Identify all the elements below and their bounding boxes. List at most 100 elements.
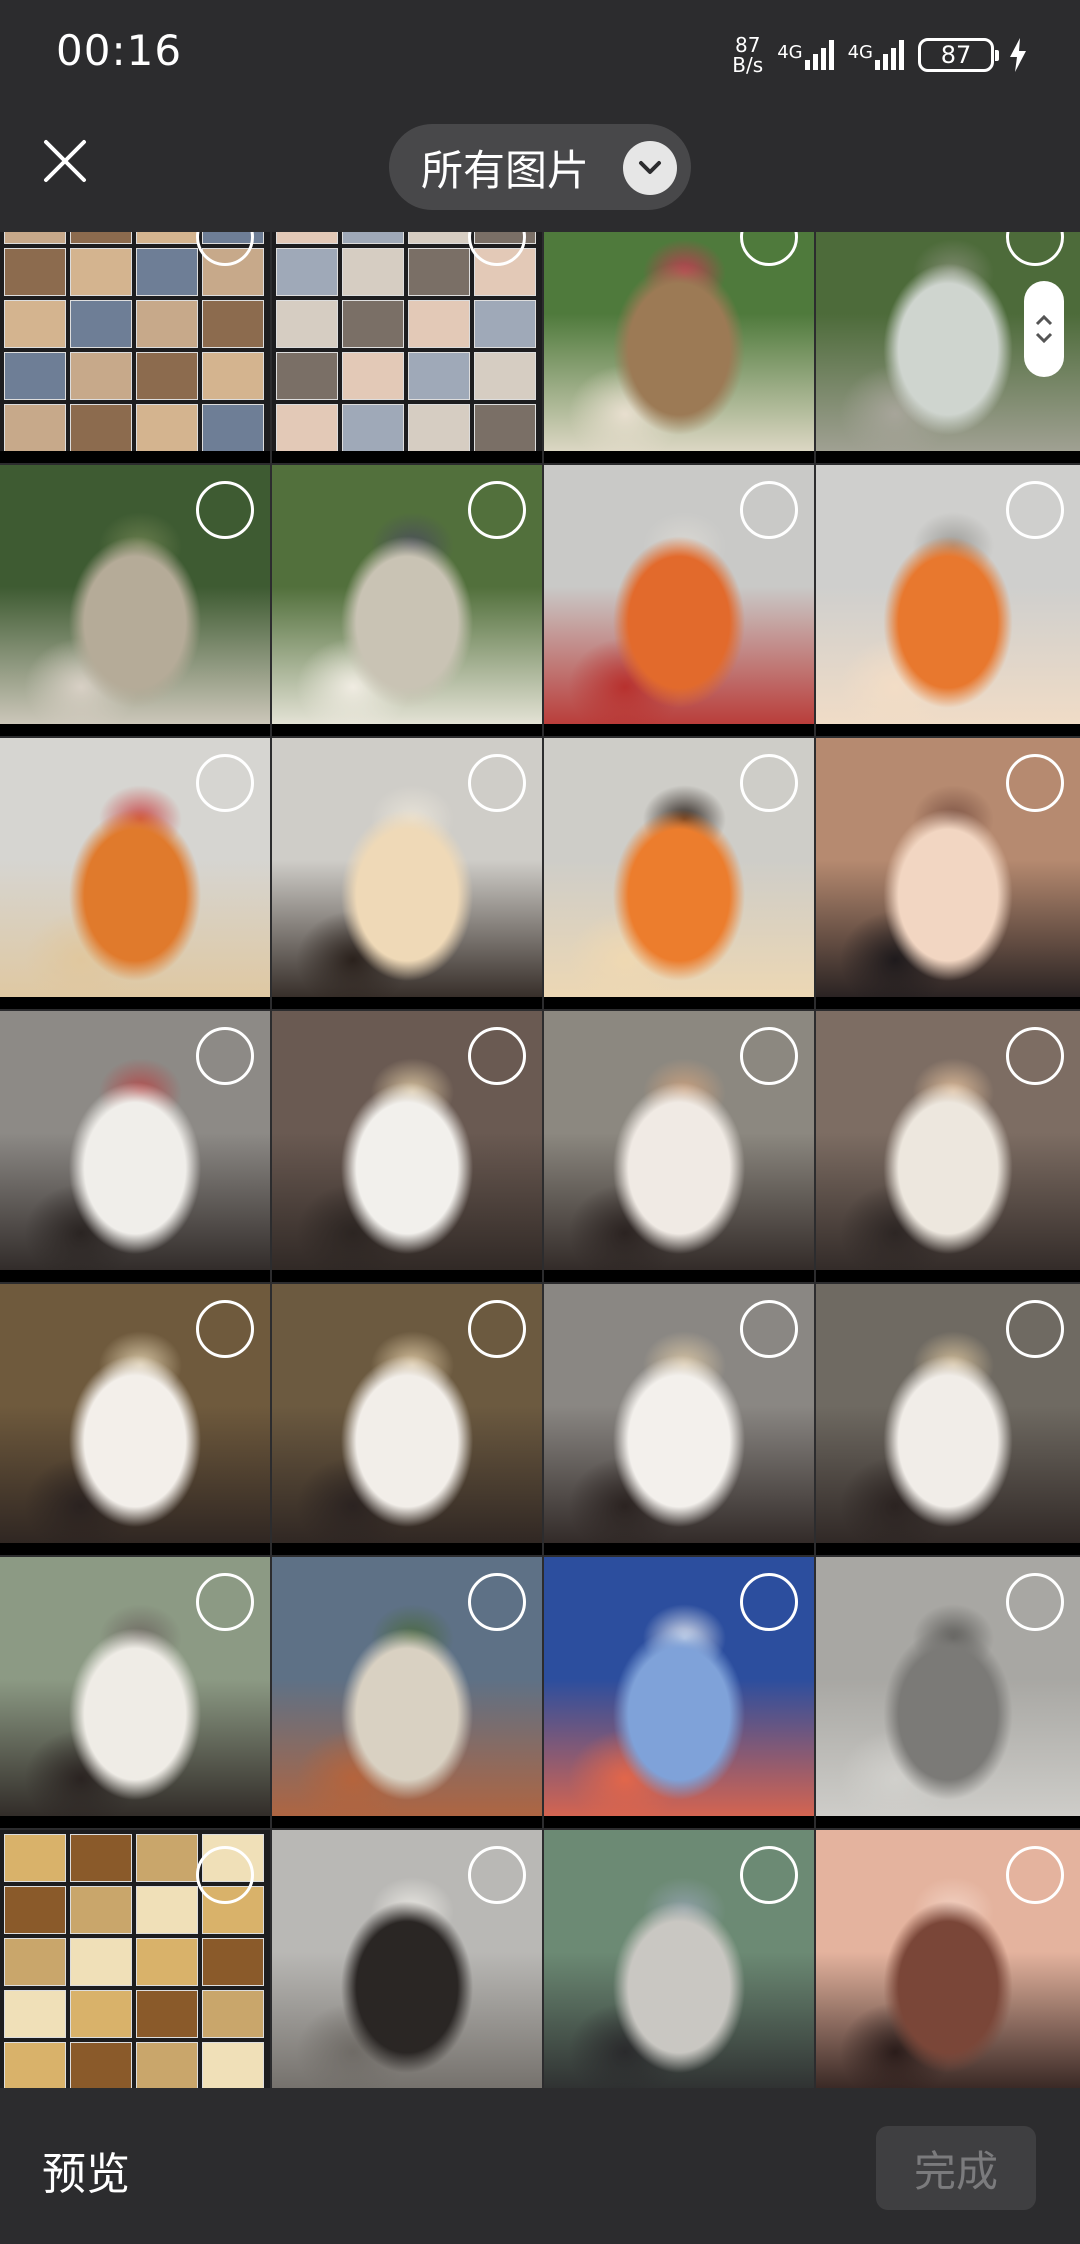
network-speed-unit: B/s [732,53,764,77]
select-checkbox[interactable] [1006,1846,1064,1904]
photo-thumbnail[interactable] [544,1011,814,1282]
collage-tile [408,300,470,348]
select-checkbox[interactable] [468,1300,526,1358]
close-button[interactable] [36,132,94,190]
select-checkbox[interactable] [740,1027,798,1085]
collage-tile [4,300,66,348]
photo-thumbnail[interactable] [544,1830,814,2088]
photo-thumbnail[interactable] [544,465,814,736]
photo-thumbnail-collage[interactable] [0,1830,270,2088]
photo-thumbnail-collage[interactable] [0,232,270,463]
collage-tile [4,1938,66,1986]
collage-tile [342,232,404,244]
select-checkbox[interactable] [740,481,798,539]
thumbnail-bottom-edge [544,451,814,463]
sim2-label: 4G [847,42,873,63]
network-speed-value: 87 [735,33,761,57]
thumbnail-bottom-edge [544,997,814,1009]
select-checkbox[interactable] [468,1027,526,1085]
select-checkbox[interactable] [468,1846,526,1904]
select-checkbox[interactable] [468,1573,526,1631]
photo-thumbnail[interactable] [816,1557,1080,1828]
album-selector[interactable]: 所有图片 [389,124,691,210]
select-checkbox[interactable] [468,481,526,539]
select-checkbox[interactable] [196,754,254,812]
photo-thumbnail[interactable] [544,232,814,463]
collage-tile [202,300,264,348]
thumbnail-bottom-edge [0,451,270,463]
thumbnail-bottom-edge [816,451,1080,463]
collage-tile [342,352,404,400]
album-title: 所有图片 [421,145,590,195]
select-checkbox[interactable] [1006,754,1064,812]
thumbnail-bottom-edge [272,451,542,463]
collage-tile [136,2042,198,2088]
select-checkbox[interactable] [1006,1573,1064,1631]
collage-tile [408,232,470,244]
photo-thumbnail[interactable] [272,1284,542,1555]
select-checkbox[interactable] [740,1846,798,1904]
charging-icon [1010,38,1026,72]
select-checkbox[interactable] [468,754,526,812]
thumbnail-bottom-edge [544,1816,814,1828]
thumbnail-bottom-edge [816,1816,1080,1828]
select-checkbox[interactable] [1006,1300,1064,1358]
photo-thumbnail[interactable] [272,1830,542,2088]
collage-tile [4,248,66,296]
thumbnail-bottom-edge [0,1270,270,1282]
chevron-up-icon [1035,314,1053,326]
photo-thumbnail[interactable] [272,465,542,736]
photo-thumbnail[interactable] [816,465,1080,736]
collage-tile [136,232,198,244]
select-checkbox[interactable] [740,232,798,266]
photo-grid[interactable] [0,232,1080,2088]
select-checkbox[interactable] [740,754,798,812]
status-bar: 00:16 87 B/s 4G 4G 87 [0,0,1080,110]
photo-thumbnail[interactable] [272,738,542,1009]
photo-thumbnail[interactable] [272,1557,542,1828]
photo-thumbnail[interactable] [0,1284,270,1555]
select-checkbox[interactable] [1006,1027,1064,1085]
fast-scroll-handle[interactable] [1024,281,1064,377]
collage-tile [276,404,338,452]
select-checkbox[interactable] [740,1573,798,1631]
photo-thumbnail[interactable] [0,1011,270,1282]
photo-thumbnail[interactable] [816,1284,1080,1555]
photo-thumbnail[interactable] [816,1830,1080,2088]
photo-thumbnail[interactable] [816,1011,1080,1282]
select-checkbox[interactable] [740,1300,798,1358]
collage-tile [136,248,198,296]
select-checkbox[interactable] [1006,481,1064,539]
select-checkbox[interactable] [196,481,254,539]
collage-tile [70,232,132,244]
photo-thumbnail[interactable] [0,465,270,736]
photo-thumbnail[interactable] [0,1557,270,1828]
preview-button[interactable]: 预览 [42,2138,130,2202]
chevron-down-icon [623,141,677,195]
signal-sim1-icon: 4G [777,40,834,70]
done-button[interactable]: 完成 [876,2126,1036,2210]
thumbnail-bottom-edge [544,1270,814,1282]
collage-tile [342,404,404,452]
select-checkbox[interactable] [1006,232,1064,266]
bottom-bar: 预览 完成 [0,2088,1080,2244]
photo-thumbnail[interactable] [544,1284,814,1555]
collage-tile [70,300,132,348]
photo-thumbnail[interactable] [816,738,1080,1009]
photo-thumbnail[interactable] [272,1011,542,1282]
photo-thumbnail[interactable] [544,738,814,1009]
photo-thumbnail-collage[interactable] [272,232,542,463]
thumbnail-bottom-edge [272,1270,542,1282]
select-checkbox[interactable] [196,1573,254,1631]
collage-tile [276,248,338,296]
thumbnail-bottom-edge [816,724,1080,736]
photo-thumbnail[interactable] [0,738,270,1009]
photo-thumbnail[interactable] [544,1557,814,1828]
select-checkbox[interactable] [196,1027,254,1085]
thumbnail-bottom-edge [816,1270,1080,1282]
collage-tile [474,352,536,400]
select-checkbox[interactable] [196,1846,254,1904]
select-checkbox[interactable] [196,1300,254,1358]
collage-tile [474,404,536,452]
collage-tile [4,1834,66,1882]
